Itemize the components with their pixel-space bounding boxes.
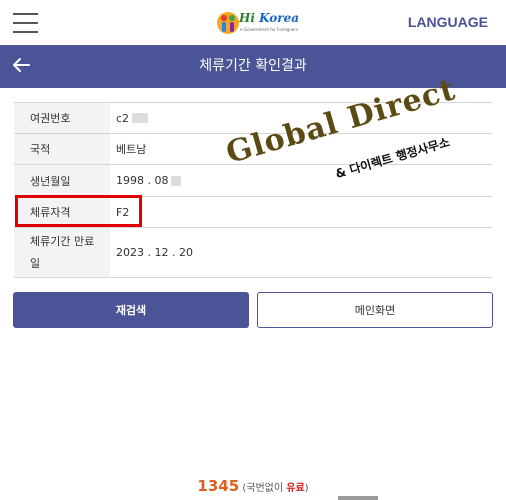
redacted-blur xyxy=(171,175,182,186)
redacted-blur xyxy=(132,113,149,123)
logo-tagline: e-Government for Foreigners xyxy=(240,27,299,32)
hi-korea-logo-icon xyxy=(217,12,239,34)
hi-korea-logo[interactable]: Hi Korea e-Government for Foreigners xyxy=(215,8,299,38)
footer-contact: 1345 (국번없이 유료) xyxy=(0,477,506,495)
hotline-note-open: (국번없이 xyxy=(242,483,287,494)
hotline-number[interactable]: 1345 xyxy=(197,477,239,495)
expiry-date-value: 2023 . 12 . 20 xyxy=(116,246,193,259)
top-bar: Hi Korea e-Government for Foreigners LAN… xyxy=(0,0,506,45)
hamburger-icon[interactable] xyxy=(13,13,38,33)
language-button[interactable]: LANGUAGE xyxy=(408,14,488,30)
table-row: 체류자격 F2 xyxy=(14,197,492,228)
hotline-note-paid: 유료 xyxy=(286,483,305,494)
passport-number-label: 여권번호 xyxy=(14,103,110,133)
scroll-indicator xyxy=(338,496,378,500)
table-row: 체류기간 만료일 2023 . 12 . 20 xyxy=(14,228,492,278)
birthdate-value: 1998 . 08 xyxy=(110,165,492,196)
research-button[interactable]: 재검색 xyxy=(13,292,249,328)
logo-text: Hi Korea xyxy=(239,11,299,25)
visa-status-value: F2 xyxy=(116,205,130,219)
table-row: 생년월일 1998 . 08 xyxy=(14,165,492,197)
main-screen-button[interactable]: 메인화면 xyxy=(257,292,493,328)
birthdate-label: 생년월일 xyxy=(14,165,110,196)
visa-status-label: 체류자격 xyxy=(14,197,110,227)
hotline-note-close: ) xyxy=(304,483,309,494)
nationality-label: 국적 xyxy=(14,134,110,164)
arrow-left-icon[interactable] xyxy=(10,54,32,76)
expiry-date-label: 체류기간 만료일 xyxy=(14,228,110,277)
